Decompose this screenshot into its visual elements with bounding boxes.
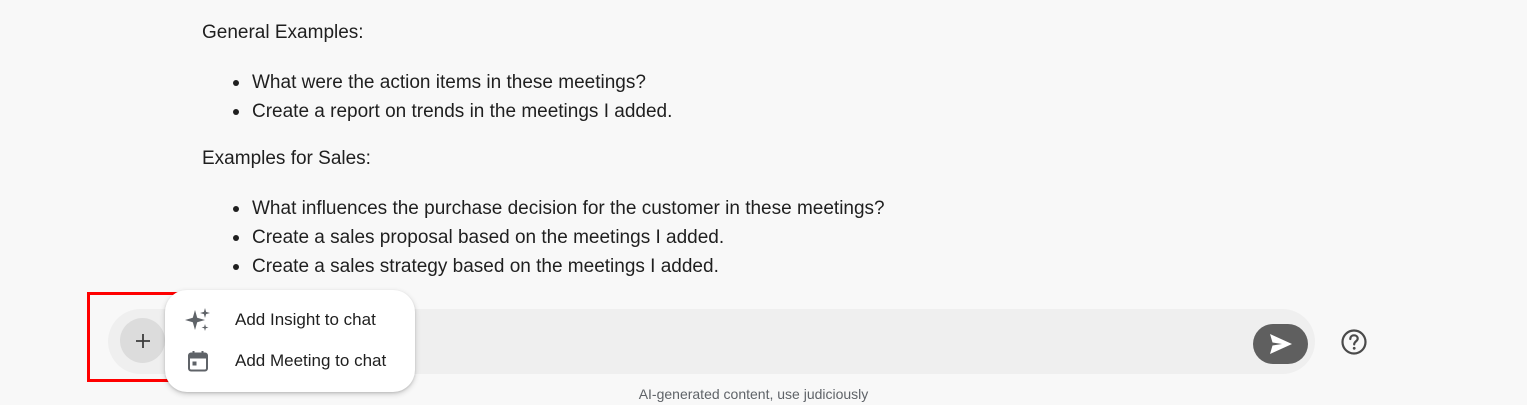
menu-item-label: Add Meeting to chat [235,351,387,370]
list-item: Create a sales proposal based on the mee… [202,223,885,252]
send-icon [1269,334,1292,354]
list-item: What were the action items in these meet… [202,68,672,97]
menu-item-add-insight[interactable]: Add Insight to chat [165,300,415,340]
send-button[interactable] [1253,324,1308,364]
calendar-icon [185,348,211,374]
list-item: Create a report on trends in the meeting… [202,97,672,126]
menu-item-add-meeting[interactable]: Add Meeting to chat [165,341,415,381]
ai-disclaimer: AI-generated content, use judiciously [638,386,869,402]
sales-examples-list: What influences the purchase decision fo… [202,194,885,281]
plus-icon [135,333,150,348]
add-context-menu: Add Insight to chat Add Meeting to chat [165,290,415,392]
sparkle-icon [185,307,211,333]
help-button[interactable] [1338,326,1370,358]
add-context-button[interactable] [120,318,165,363]
help-circle-icon [1341,329,1367,355]
menu-item-label: Add Insight to chat [235,310,376,329]
list-item: Create a sales strategy based on the mee… [202,252,885,281]
general-examples-list: What were the action items in these meet… [202,68,672,126]
list-item: What influences the purchase decision fo… [202,194,885,223]
general-examples-heading: General Examples: [202,22,364,43]
sales-examples-heading: Examples for Sales: [202,148,371,169]
